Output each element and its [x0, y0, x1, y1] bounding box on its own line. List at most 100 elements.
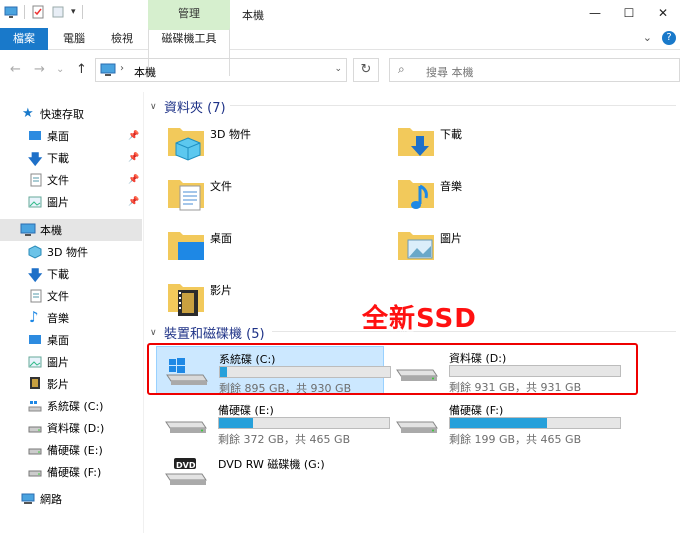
- title-bar: ▾ 管理 本機 — ☐ ✕: [0, 0, 680, 28]
- drive-g-dvd[interactable]: DVD DVD RW 磁碟機 (G:): [156, 450, 384, 502]
- nav-pc-drive-e[interactable]: 備硬碟 (E:): [0, 439, 142, 461]
- pin-icon[interactable]: 📌: [128, 153, 139, 163]
- folder-name: 音樂: [440, 180, 462, 193]
- 3d-objects-icon: [28, 245, 42, 259]
- breadcrumb-separator[interactable]: ›: [120, 63, 124, 74]
- downloads-folder-icon: [398, 128, 434, 156]
- nav-pc-music[interactable]: ♪ 音樂: [0, 307, 142, 329]
- collapse-chevron-icon[interactable]: ∨: [150, 328, 164, 338]
- annotation-label: 全新SSD: [362, 304, 477, 334]
- properties-icon[interactable]: [31, 5, 45, 19]
- search-icon: ⌕: [398, 62, 405, 76]
- nav-label: 3D 物件: [47, 246, 88, 259]
- pin-icon[interactable]: 📌: [128, 131, 139, 141]
- drive-usage-fill: [219, 418, 253, 428]
- customize-toolbar-icon[interactable]: ▾: [71, 7, 76, 17]
- expand-ribbon-icon[interactable]: ⌄: [643, 31, 652, 45]
- tab-file[interactable]: 檔案: [0, 28, 48, 50]
- nav-pc-drive-f[interactable]: 備硬碟 (F:): [0, 461, 142, 483]
- documents-folder-icon: [168, 180, 204, 211]
- drive-name: 備硬碟 (F:): [449, 404, 504, 417]
- nav-label: 圖片: [47, 356, 69, 369]
- drive-f[interactable]: 備硬碟 (F:) 剩餘 199 GB，共 465 GB: [387, 398, 621, 446]
- nav-pc-drive-d[interactable]: 資料碟 (D:): [0, 417, 142, 439]
- recent-locations-icon[interactable]: ⌄: [56, 64, 64, 75]
- search-input[interactable]: 搜尋 本機: [426, 64, 474, 80]
- search-box[interactable]: ⌕ 搜尋 本機: [389, 58, 680, 82]
- nav-pc-pictures[interactable]: 圖片: [0, 351, 142, 373]
- breadcrumb-this-pc[interactable]: 本機: [134, 64, 156, 80]
- pictures-icon: [28, 356, 42, 368]
- nav-label: 系統碟 (C:): [47, 400, 104, 413]
- nav-pc-documents[interactable]: 文件: [0, 285, 142, 307]
- folder-downloads[interactable]: 下載: [396, 122, 616, 174]
- 3d-objects-folder-icon: [168, 128, 204, 161]
- nav-quick-pictures[interactable]: 圖片 📌: [0, 191, 142, 213]
- dvd-badge: DVD: [176, 461, 196, 470]
- nav-quick-downloads[interactable]: 🡇 下載 📌: [0, 147, 142, 169]
- drive-usage-fill: [450, 418, 547, 428]
- folder-name: 文件: [210, 180, 232, 193]
- window-title: 本機: [242, 9, 264, 22]
- nav-pc-videos[interactable]: 影片: [0, 373, 142, 395]
- collapse-chevron-icon[interactable]: ∨: [150, 102, 164, 112]
- nav-label: 文件: [47, 174, 69, 187]
- tab-view[interactable]: 檢視: [104, 28, 140, 50]
- help-icon[interactable]: ?: [662, 31, 676, 45]
- system-drive-icon: [28, 401, 42, 412]
- dvd-drive-icon: [165, 458, 207, 485]
- videos-icon: [30, 377, 40, 389]
- drive-e[interactable]: 備硬碟 (E:) 剩餘 372 GB，共 465 GB: [156, 398, 390, 446]
- download-arrow-icon: 🡇: [28, 152, 43, 168]
- nav-label: 音樂: [47, 312, 69, 325]
- drives-group-header[interactable]: ∨ 裝置和磁碟機 (5): [150, 323, 265, 342]
- tab-computer[interactable]: 電腦: [56, 28, 92, 50]
- separator: [81, 5, 83, 19]
- window-controls: — ☐ ✕: [578, 0, 680, 28]
- forward-button[interactable]: →: [34, 62, 45, 77]
- maximize-button[interactable]: ☐: [612, 0, 646, 28]
- folder-name: 圖片: [440, 232, 462, 245]
- nav-pc-drive-c[interactable]: 系統碟 (C:): [0, 395, 142, 417]
- folder-desktop[interactable]: 桌面: [166, 226, 386, 278]
- folder-name: 影片: [210, 284, 232, 297]
- folders-group-header[interactable]: ∨ 資料夾 (7): [150, 97, 226, 116]
- pin-icon[interactable]: 📌: [128, 175, 139, 185]
- computer-icon[interactable]: [4, 5, 18, 19]
- pictures-folder-icon: [398, 232, 434, 260]
- nav-label: 下載: [47, 268, 69, 281]
- nav-this-pc[interactable]: 本機: [0, 219, 142, 241]
- drive-name: 備硬碟 (E:): [218, 404, 274, 417]
- group-divider: [230, 105, 676, 106]
- refresh-button[interactable]: ↻: [353, 58, 379, 82]
- group-title: 裝置和磁碟機 (5): [164, 327, 265, 342]
- close-button[interactable]: ✕: [646, 0, 680, 28]
- folder-3d-objects[interactable]: 3D 物件: [166, 122, 386, 174]
- highlight-box: [147, 343, 638, 395]
- nav-quick-access[interactable]: ★ 快速存取: [0, 103, 142, 125]
- back-button[interactable]: ←: [10, 62, 21, 77]
- address-dropdown-icon[interactable]: ⌄: [334, 64, 342, 74]
- pin-icon[interactable]: 📌: [128, 197, 139, 207]
- nav-quick-desktop[interactable]: 桌面 📌: [0, 125, 142, 147]
- hard-drive-icon: [396, 421, 438, 433]
- up-button[interactable]: ↑: [76, 62, 87, 77]
- nav-pc-downloads[interactable]: 🡇 下載: [0, 263, 142, 285]
- folder-documents[interactable]: 文件: [166, 174, 386, 226]
- manage-contextual-tab[interactable]: 管理: [148, 0, 230, 28]
- nav-quick-documents[interactable]: 文件 📌: [0, 169, 142, 191]
- drive-free-space: 剩餘 199 GB，共 465 GB: [449, 433, 582, 446]
- nav-pc-3d-objects[interactable]: 3D 物件: [0, 241, 142, 263]
- new-folder-icon[interactable]: [51, 5, 65, 19]
- folder-pictures[interactable]: 圖片: [396, 226, 616, 278]
- folder-music[interactable]: 音樂: [396, 174, 616, 226]
- quick-access-toolbar: ▾: [4, 5, 83, 19]
- hard-drive-icon: [28, 426, 42, 433]
- hard-drive-icon: [165, 421, 207, 433]
- nav-pc-desktop[interactable]: 桌面: [0, 329, 142, 351]
- hard-drive-icon: [28, 470, 42, 477]
- minimize-button[interactable]: —: [578, 0, 612, 28]
- address-bar[interactable]: › 本機 ⌄: [95, 58, 347, 82]
- nav-network[interactable]: 網路: [0, 488, 142, 510]
- folder-name: 桌面: [210, 232, 232, 245]
